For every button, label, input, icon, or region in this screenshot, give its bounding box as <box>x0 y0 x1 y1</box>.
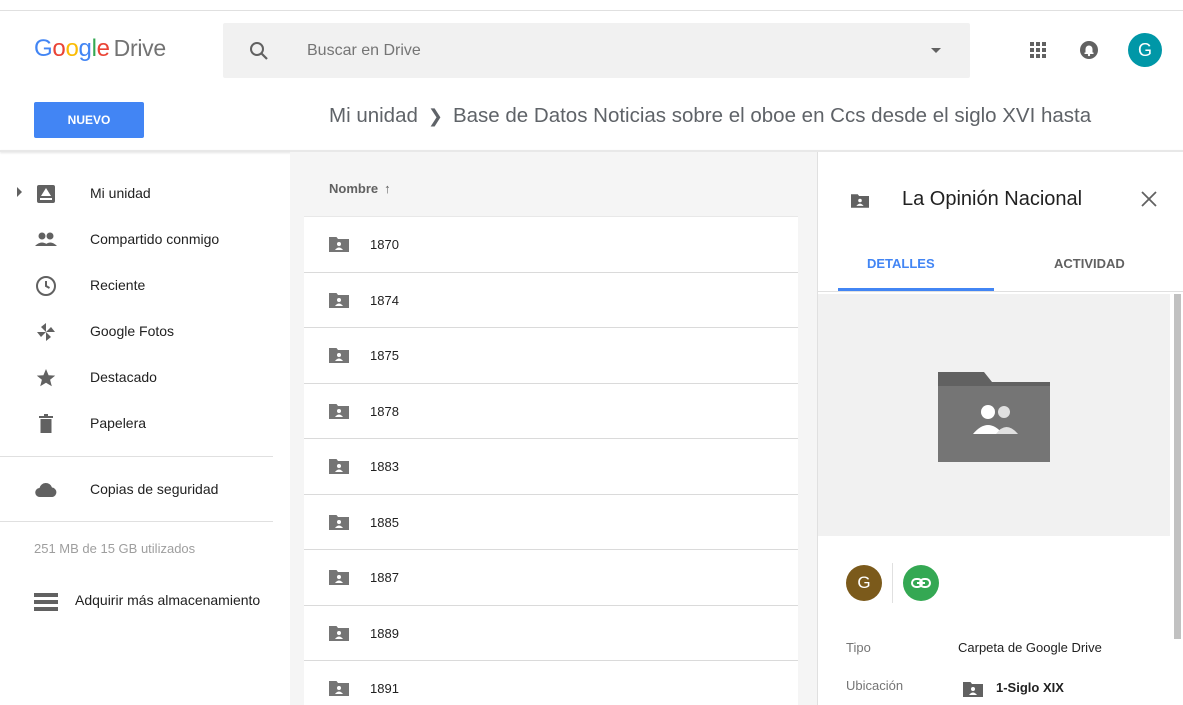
apps-grid-icon[interactable] <box>1030 42 1046 58</box>
pinwheel-icon <box>37 323 55 341</box>
shared-folder-icon <box>329 237 349 252</box>
shared-folder-icon <box>329 403 349 419</box>
file-name: 1883 <box>370 459 399 474</box>
scrollbar-thumb[interactable] <box>1174 294 1181 639</box>
new-button[interactable]: NUEVO <box>34 102 144 138</box>
storage-icon[interactable] <box>34 592 58 612</box>
file-row[interactable]: 1878 <box>304 384 798 439</box>
file-name: 1874 <box>370 292 399 308</box>
sidebar-item-label: Copias de seguridad <box>90 481 219 497</box>
file-row[interactable]: 1891 <box>304 661 798 705</box>
sidebar-item-label: Google Fotos <box>90 323 175 339</box>
close-icon[interactable] <box>1139 189 1159 209</box>
expand-arrow-icon[interactable] <box>17 187 22 197</box>
sidebar: Mi unidad Compartido conmigo Reciente Go… <box>0 152 290 705</box>
type-label: Tipo <box>846 640 871 655</box>
sidebar-item-label: Compartido conmigo <box>90 231 220 247</box>
breadcrumb: Mi unidad ❯ Base de Datos Noticias sobre e… <box>329 104 1183 128</box>
shared-folder-icon <box>963 682 983 697</box>
sidebar-item-label: Reciente <box>90 277 146 293</box>
google-drive-logo[interactable]: Google Drive <box>34 35 166 63</box>
shared-folder-icon <box>329 570 349 585</box>
sidebar-item-google-photos[interactable]: Google Fotos <box>0 308 290 354</box>
sort-ascending-icon[interactable]: ↑ <box>384 181 391 196</box>
cloud-icon <box>35 483 57 498</box>
location-value[interactable]: 1-Siglo XIX <box>996 680 1064 695</box>
shared-people-icon <box>35 232 57 246</box>
notifications-bell-icon[interactable] <box>1079 40 1099 60</box>
storage-usage: 251 MB de 15 GB utilizados <box>34 541 196 556</box>
type-value: Carpeta de Google Drive <box>958 640 1102 655</box>
name-column-header[interactable]: Nombre ↑ <box>329 181 391 196</box>
file-name: 1889 <box>370 625 399 641</box>
file-row[interactable]: 1887 <box>304 550 798 606</box>
file-name: 1885 <box>370 514 399 530</box>
shared-folder-large-icon <box>938 372 1050 462</box>
my-drive-icon <box>37 185 55 203</box>
buy-storage-link[interactable]: Adquirir más almacenamiento <box>75 592 260 608</box>
file-name: 1887 <box>370 570 399 585</box>
file-row[interactable]: 1874 <box>304 273 798 328</box>
file-row[interactable]: 1889 <box>304 606 798 661</box>
sidebar-item-trash[interactable]: Papelera <box>0 400 290 446</box>
tab-activity[interactable]: ACTIVIDAD <box>1054 256 1125 271</box>
search-bar <box>223 23 970 78</box>
file-row[interactable]: 1885 <box>304 495 798 550</box>
sidebar-item-label: Papelera <box>90 415 147 431</box>
search-icon[interactable] <box>247 39 271 63</box>
folder-preview <box>818 294 1170 536</box>
account-avatar[interactable]: G <box>1128 33 1162 67</box>
details-scrollbar[interactable] <box>1172 294 1182 705</box>
sidebar-item-recent[interactable]: Reciente <box>0 262 290 308</box>
details-title: La Opinión Nacional <box>902 188 1083 210</box>
sidebar-item-label: Destacado <box>90 369 157 385</box>
sidebar-item-starred[interactable]: Destacado <box>0 354 290 400</box>
shared-folder-icon <box>329 348 349 363</box>
sidebar-item-backups[interactable]: Copias de seguridad <box>0 466 290 512</box>
file-list: 1870 1874 1875 1878 1883 1885 1887 1889 1891 <box>304 216 798 705</box>
file-name: 1875 <box>370 348 399 363</box>
shared-folder-icon <box>329 681 349 696</box>
search-input[interactable] <box>307 37 887 65</box>
shared-folder-icon <box>329 625 349 641</box>
breadcrumb-current[interactable]: Base de Datos Noticias sobre el oboe en … <box>453 104 1091 127</box>
sidebar-item-my-drive[interactable]: Mi unidad <box>0 170 290 216</box>
sidebar-item-shared[interactable]: Compartido conmigo <box>0 216 290 262</box>
owner-avatar[interactable]: G <box>846 565 882 601</box>
file-row[interactable]: 1875 <box>304 328 798 384</box>
details-panel: La Opinión Nacional DETALLES ACTIVIDAD G… <box>817 152 1183 705</box>
avatar-divider <box>892 563 893 603</box>
app-header: GoogleDrive G <box>0 11 1183 87</box>
location-label: Ubicación <box>846 678 904 693</box>
clock-icon <box>36 276 56 296</box>
file-row[interactable]: 1870 <box>304 217 798 273</box>
trash-icon <box>39 414 53 433</box>
star-icon <box>36 369 56 387</box>
sidebar-item-label: Mi unidad <box>90 185 151 201</box>
file-name: 1891 <box>370 681 399 696</box>
shared-folder-icon <box>329 459 349 474</box>
tabs-divider <box>818 291 1183 292</box>
sidebar-divider <box>0 521 273 522</box>
shared-folder-icon <box>329 514 349 530</box>
tab-details[interactable]: DETALLES <box>867 256 935 271</box>
file-row[interactable]: 1883 <box>304 439 798 495</box>
link-icon <box>911 578 931 588</box>
file-name: 1870 <box>370 237 399 252</box>
shared-folder-icon <box>329 292 349 308</box>
chevron-right-icon: ❯ <box>427 106 443 126</box>
breadcrumb-root[interactable]: Mi unidad <box>329 104 418 127</box>
file-name: 1878 <box>370 403 399 419</box>
link-sharing-button[interactable] <box>903 565 939 601</box>
search-options-dropdown-icon[interactable] <box>931 48 941 53</box>
shared-folder-icon <box>851 194 869 208</box>
sidebar-divider <box>0 456 273 457</box>
